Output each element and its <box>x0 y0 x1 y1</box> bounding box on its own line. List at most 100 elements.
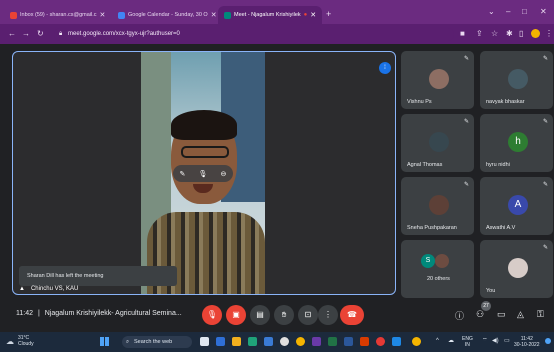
tab-label: Inbox (59) - sharan.cs@gmail.c <box>20 12 97 18</box>
word-icon[interactable] <box>344 337 353 346</box>
participant-tile[interactable]: ✎ Sneha Pushpakaran <box>401 177 474 235</box>
volume-icon[interactable]: ◀) <box>492 338 499 344</box>
participant-name: hyru nidhi <box>486 162 510 168</box>
new-tab-button[interactable]: + <box>326 9 331 19</box>
mic-icon[interactable]: 🎙︎ <box>199 170 208 178</box>
search-icon: ⌕ <box>126 339 130 345</box>
close-icon[interactable]: ✕ <box>310 11 316 19</box>
gmail-icon <box>10 11 17 19</box>
participant-tile[interactable]: ✎ A Aswathi A.V <box>480 177 553 235</box>
meeting-title: Njagalum Krishiyilekk- Agricultural Semi… <box>44 310 182 317</box>
app-icon[interactable] <box>216 337 225 346</box>
raise-hand-button[interactable]: ✋︎ <box>274 305 294 325</box>
participant-name: Vishnu Ps <box>407 99 432 105</box>
avatar <box>429 69 449 89</box>
url-text: meet.google.com/xcx-tgyx-ujr?authuser=0 <box>68 31 180 37</box>
participant-tile-others[interactable]: S 20 others <box>401 240 474 298</box>
app-icon[interactable] <box>376 337 385 346</box>
onedrive-icon[interactable]: ☁ <box>448 338 454 344</box>
participant-tile[interactable]: ✎ Agnal Thomas <box>401 114 474 172</box>
windows-taskbar: ☁ 31°C Cloudy ⌕ Search the web ^ ☁ ENG I… <box>0 332 554 352</box>
participant-name: Sneha Pushpakaran <box>407 225 457 231</box>
mic-off-button[interactable]: 🎙︎ <box>202 305 222 325</box>
menu-kebab-icon[interactable]: ⋮ <box>545 29 553 38</box>
windows-start-icon[interactable] <box>100 337 109 346</box>
close-icon[interactable]: ✕ <box>100 11 106 19</box>
minimize-icon[interactable]: – <box>506 7 510 16</box>
app-icon[interactable] <box>280 337 289 346</box>
tab-meet[interactable]: Meet - Njagalum Krishiyilek ● ✕ <box>218 6 322 24</box>
tab-search-icon[interactable]: ⌄ <box>488 7 495 16</box>
app-icon[interactable] <box>392 337 401 346</box>
close-window-icon[interactable]: ✕ <box>540 7 547 16</box>
share-icon[interactable]: ⇪ <box>476 29 483 38</box>
profile-avatar[interactable] <box>531 29 540 38</box>
leave-call-button[interactable]: ☎︎ <box>340 305 364 325</box>
info-icon[interactable]: ⓘ <box>455 309 464 322</box>
remove-icon[interactable]: ⊖ <box>221 170 227 178</box>
meeting-time: 11:42 <box>16 310 33 317</box>
tab-calendar[interactable]: Google Calendar - Sunday, 30 O ✕ <box>112 6 216 24</box>
participant-tile[interactable]: ✎ navyak bhaskar <box>480 51 553 109</box>
main-speaker-tile[interactable]: ✎ 🎙︎ ⊖ ⁞ Sharan Dill has left the meetin… <box>12 51 396 295</box>
avatar <box>435 254 449 268</box>
notification-icon[interactable] <box>545 338 551 344</box>
taskbar-clock[interactable]: 11:42 30-10-2022 <box>514 336 540 348</box>
task-view-icon[interactable] <box>200 337 209 346</box>
chrome-icon[interactable] <box>412 337 421 346</box>
more-options-button[interactable]: ⋮ <box>318 305 338 325</box>
notification-toast: Sharan Dill has left the meeting <box>19 266 177 286</box>
participant-tile-self[interactable]: ✎ You <box>480 240 553 298</box>
avatar <box>508 69 528 89</box>
taskbar-search[interactable]: ⌕ Search the web <box>122 336 192 348</box>
host-controls-icon[interactable]: ⚿ <box>537 309 544 320</box>
app-icon[interactable] <box>264 337 273 346</box>
excel-icon[interactable] <box>328 337 337 346</box>
edge-icon[interactable] <box>248 337 257 346</box>
participant-tile[interactable]: ✎ h hyru nidhi <box>480 114 553 172</box>
tile-hover-controls: ✎ 🎙︎ ⊖ <box>173 165 233 182</box>
file-explorer-icon[interactable] <box>232 337 241 346</box>
meet-control-bar: 11:42 | Njagalum Krishiyilekk- Agricultu… <box>0 300 554 332</box>
back-icon[interactable]: ← <box>8 29 16 38</box>
extensions-icon[interactable]: ✱ <box>506 29 513 38</box>
bookmark-star-icon[interactable]: ☆ <box>491 29 498 38</box>
avatar: h <box>508 132 528 152</box>
recording-dot-icon: ● <box>303 12 308 18</box>
speaker-hair <box>171 110 237 140</box>
people-icon[interactable]: ⚇ <box>476 309 484 320</box>
mic-muted-icon: ✎ <box>542 182 548 188</box>
lock-icon: 🔒︎ <box>59 31 63 37</box>
camera-indicator-icon[interactable]: ■ <box>460 29 465 38</box>
tray-chevron-icon[interactable]: ^ <box>436 338 439 344</box>
browser-tab-bar: Inbox (59) - sharan.cs@gmail.c ✕ Google … <box>0 0 554 24</box>
meet-stage: ✎ 🎙︎ ⊖ ⁞ Sharan Dill has left the meetin… <box>0 44 554 300</box>
activities-icon[interactable]: ◬ <box>517 309 524 320</box>
powerpoint-icon[interactable] <box>360 337 369 346</box>
app-icon[interactable] <box>312 337 321 346</box>
forward-icon[interactable]: → <box>22 29 30 38</box>
chrome-icon[interactable] <box>296 337 305 346</box>
chat-icon[interactable]: ▭ <box>497 309 506 320</box>
participant-tile[interactable]: ✎ Vishnu Ps <box>401 51 474 109</box>
mic-muted-icon: ✎ <box>542 245 548 251</box>
address-bar[interactable]: 🔒︎ meet.google.com/xcx-tgyx-ujr?authuser… <box>54 28 454 41</box>
mic-muted-icon: ✎ <box>542 56 548 62</box>
participant-count-badge: 27 <box>481 301 491 311</box>
tab-gmail[interactable]: Inbox (59) - sharan.cs@gmail.c ✕ <box>4 6 110 24</box>
camera-off-button[interactable]: ▣ <box>226 305 246 325</box>
language-indicator[interactable]: ENG IN <box>462 336 473 348</box>
present-button[interactable]: ⊡ <box>298 305 318 325</box>
sidebar-icon[interactable]: ▯ <box>519 29 523 38</box>
weather-widget[interactable]: 31°C Cloudy <box>18 335 34 347</box>
reload-icon[interactable]: ↻ <box>37 29 44 38</box>
speaker-name-row: ▲ Chinchu VS, KAU <box>19 286 78 292</box>
wifi-icon[interactable]: ⌔ <box>482 338 488 344</box>
battery-icon[interactable]: ▭ <box>504 338 510 344</box>
close-icon[interactable]: ✕ <box>211 11 216 19</box>
avatar: A <box>508 195 528 215</box>
maximize-icon[interactable]: □ <box>522 7 527 16</box>
speaker-glasses <box>181 146 229 158</box>
captions-button[interactable]: ▤ <box>250 305 270 325</box>
pin-icon[interactable]: ✎ <box>180 170 186 178</box>
